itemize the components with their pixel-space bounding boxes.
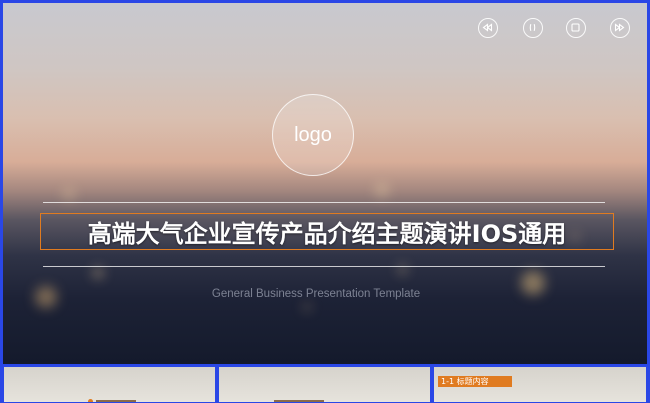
bokeh-light: [93, 268, 103, 278]
slide-title: 高端大气企业宣传产品介绍主题演讲IOS通用: [87, 220, 567, 248]
thumbnail-section-label: 1-1 标题内容: [441, 377, 489, 386]
stop-icon: [571, 23, 580, 32]
slide-subtitle: General Business Presentation Template: [211, 288, 421, 300]
bokeh-light: [63, 188, 75, 200]
bokeh-light: [303, 303, 311, 311]
slide-thumbnail[interactable]: [3, 366, 216, 403]
bottom-divider: [43, 266, 605, 267]
logo-text: logo: [294, 123, 332, 146]
thumbnail-text-line: [274, 400, 324, 402]
top-divider: [43, 202, 605, 203]
rewind-icon: [482, 23, 493, 32]
stop-button[interactable]: [566, 18, 586, 38]
bokeh-light: [375, 183, 389, 197]
thumbnail-accent: [88, 399, 93, 402]
title-slide: logo 高端大气企业宣传产品介绍主题演讲IOS通用 General Busin…: [3, 3, 647, 364]
thumbnail-section-tag: 1-1 标题内容: [438, 376, 512, 387]
slide-title-box[interactable]: 高端大气企业宣传产品介绍主题演讲IOS通用: [40, 213, 614, 250]
fast-forward-icon: [614, 23, 625, 32]
thumbnail-text-line: [96, 400, 136, 402]
rewind-button[interactable]: [478, 18, 498, 38]
pause-icon: [529, 24, 536, 31]
fast-forward-button[interactable]: [610, 18, 630, 38]
slide-thumbnail[interactable]: 1-1 标题内容: [433, 366, 647, 403]
pause-button[interactable]: [523, 18, 543, 38]
thumbnail-strip: 1-1 标题内容: [0, 366, 650, 403]
logo-placeholder: logo: [272, 94, 354, 176]
slide-thumbnail[interactable]: [218, 366, 431, 403]
presentation-frame: logo 高端大气企业宣传产品介绍主题演讲IOS通用 General Busin…: [0, 0, 650, 403]
